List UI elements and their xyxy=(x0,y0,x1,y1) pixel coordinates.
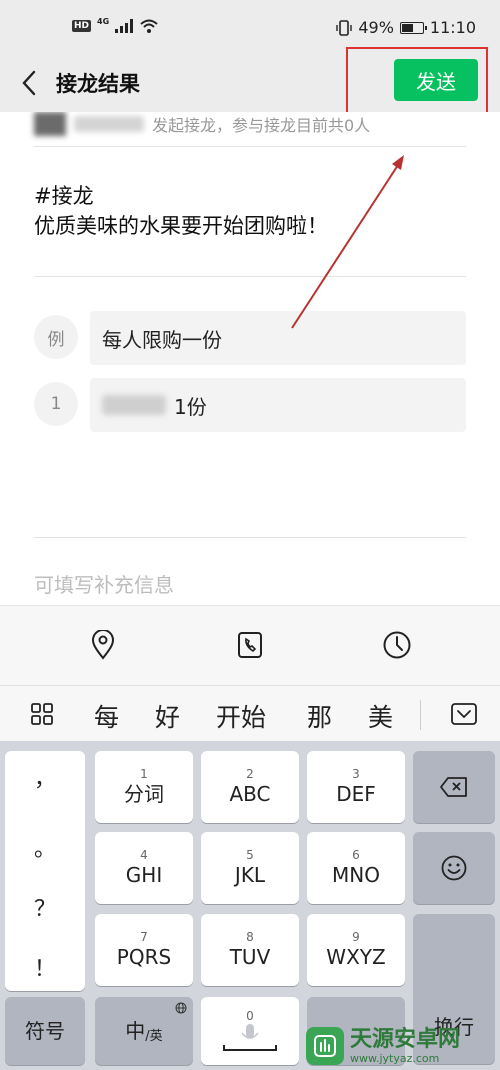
key-label: JKL xyxy=(234,863,266,887)
status-right: 49% 11:10 xyxy=(336,18,476,37)
key-number: 7 xyxy=(140,930,148,944)
key-label: TUV xyxy=(229,945,271,969)
key-label: DEF xyxy=(336,782,376,806)
symbol-key[interactable]: 符号 xyxy=(5,997,85,1065)
punctuation-column[interactable]: ， 。 ？ ！ xyxy=(5,751,85,991)
battery-percent: 49% xyxy=(358,18,394,37)
punct-key[interactable]: 。 xyxy=(5,831,85,863)
key-8[interactable]: 8 TUV xyxy=(201,914,299,986)
wifi-icon xyxy=(140,19,158,33)
globe-icon xyxy=(175,1002,187,1014)
vibrate-icon xyxy=(336,19,353,36)
phone-icon[interactable] xyxy=(234,628,266,662)
divider xyxy=(420,700,421,730)
site-watermark: 天源安卓网 www.jytyaz.com xyxy=(306,1024,496,1068)
emoji-key[interactable] xyxy=(413,832,495,904)
status-left: HD 4G xyxy=(72,16,159,34)
divider xyxy=(34,146,466,147)
attachment-toolbar xyxy=(0,605,500,685)
participant-entry: 1 1份 xyxy=(34,378,466,432)
key-number: 1 xyxy=(140,767,148,781)
creator-text: 发起接龙，参与接龙目前共0人 xyxy=(152,116,371,135)
entry-index: 例 xyxy=(34,315,78,359)
jielong-content: 发起接龙，参与接龙目前共0人 #接龙 优质美味的水果要开始团购啦！ 例 每人限购… xyxy=(0,112,500,605)
clock-icon[interactable] xyxy=(381,628,413,662)
keyboard-collapse-icon[interactable] xyxy=(450,702,478,726)
candidate-word[interactable]: 美 xyxy=(368,698,393,734)
space-key[interactable]: 0 xyxy=(201,997,299,1065)
microphone-icon xyxy=(223,1024,277,1051)
entry-text: 1份 xyxy=(174,394,207,419)
watermark-text: 天源安卓网 www.jytyaz.com xyxy=(350,1026,461,1065)
battery-fill xyxy=(401,23,413,32)
key-5[interactable]: 5 JKL xyxy=(201,832,299,904)
key-label: PQRS xyxy=(116,945,172,969)
watermark-logo-icon xyxy=(306,1027,344,1065)
example-field[interactable]: 每人限购一份 xyxy=(90,311,466,365)
key-3[interactable]: 3 DEF xyxy=(307,751,405,823)
key-number: 2 xyxy=(246,767,254,781)
entry-index: 1 xyxy=(34,382,78,426)
key-label: MNO xyxy=(332,863,380,887)
location-icon[interactable] xyxy=(87,628,119,662)
key-label: ABC xyxy=(229,782,271,806)
back-icon[interactable] xyxy=(18,68,42,98)
divider xyxy=(34,537,466,538)
candidate-word[interactable]: 那 xyxy=(307,698,332,734)
topic-tag[interactable]: #接龙 xyxy=(34,180,94,210)
avatar xyxy=(34,112,66,136)
key-label: 符号 xyxy=(25,1019,65,1043)
key-number: 0 xyxy=(246,1009,254,1023)
ime-keyboard: ， 。 ？ ！ 1 分词 2 ABC 3 DEF 4 GHI 5 JKL 6 M… xyxy=(0,741,500,1070)
send-button[interactable]: 发送 xyxy=(394,59,478,101)
key-2[interactable]: 2 ABC xyxy=(201,751,299,823)
status-bar: HD 4G 49% 11:10 xyxy=(0,0,500,56)
punct-key[interactable]: ？ xyxy=(5,891,85,923)
creator-row: 发起接龙，参与接龙目前共0人 xyxy=(34,112,370,138)
example-entry: 例 每人限购一份 xyxy=(34,311,466,365)
key-7[interactable]: 7 PQRS xyxy=(95,914,193,986)
key-4[interactable]: 4 GHI xyxy=(95,832,193,904)
backspace-key[interactable] xyxy=(413,751,495,823)
key-number: 6 xyxy=(352,848,360,862)
key-number: 3 xyxy=(352,767,360,781)
creator-name xyxy=(74,116,144,132)
punct-key[interactable]: ， xyxy=(5,761,85,793)
key-sublabel: /英 xyxy=(145,1028,163,1044)
watermark-title: 天源安卓网 xyxy=(350,1026,461,1052)
key-number: 5 xyxy=(246,848,254,862)
participant-name xyxy=(102,395,166,415)
key-label: WXYZ xyxy=(326,945,386,969)
ime-candidate-bar: 每 好 开始 那 美 xyxy=(0,685,500,741)
supplement-input[interactable]: 可填写补充信息 xyxy=(34,569,174,598)
candidate-word[interactable]: 开始 xyxy=(216,698,266,734)
key-1[interactable]: 1 分词 xyxy=(95,751,193,823)
key-number: 8 xyxy=(246,930,254,944)
signal-icon xyxy=(115,19,134,33)
key-number: 9 xyxy=(352,930,360,944)
language-switch-key[interactable]: 中 /英 xyxy=(95,997,193,1065)
divider xyxy=(34,276,466,277)
backspace-icon xyxy=(440,777,467,797)
key-number: 4 xyxy=(140,848,148,862)
key-label: GHI xyxy=(125,863,163,887)
topic-description[interactable]: 优质美味的水果要开始团购啦！ xyxy=(34,210,328,240)
grid-menu-icon[interactable] xyxy=(30,702,54,726)
key-6[interactable]: 6 MNO xyxy=(307,832,405,904)
key-9[interactable]: 9 WXYZ xyxy=(307,914,405,986)
page-title: 接龙结果 xyxy=(56,72,140,96)
participant-field[interactable]: 1份 xyxy=(90,378,466,432)
candidate-word[interactable]: 每 xyxy=(94,698,119,734)
punct-key[interactable]: ！ xyxy=(5,951,85,983)
network-type: 4G xyxy=(97,16,110,26)
battery-icon xyxy=(399,21,427,34)
key-label: 分词 xyxy=(124,782,164,806)
candidate-word[interactable]: 好 xyxy=(155,698,180,734)
watermark-url: www.jytyaz.com xyxy=(350,1051,440,1065)
entry-text: 每人限购一份 xyxy=(102,327,222,352)
hd-badge: HD xyxy=(72,20,92,32)
emoji-icon xyxy=(441,855,467,881)
key-label: 中 xyxy=(125,1019,146,1043)
clock-time: 11:10 xyxy=(429,18,476,37)
